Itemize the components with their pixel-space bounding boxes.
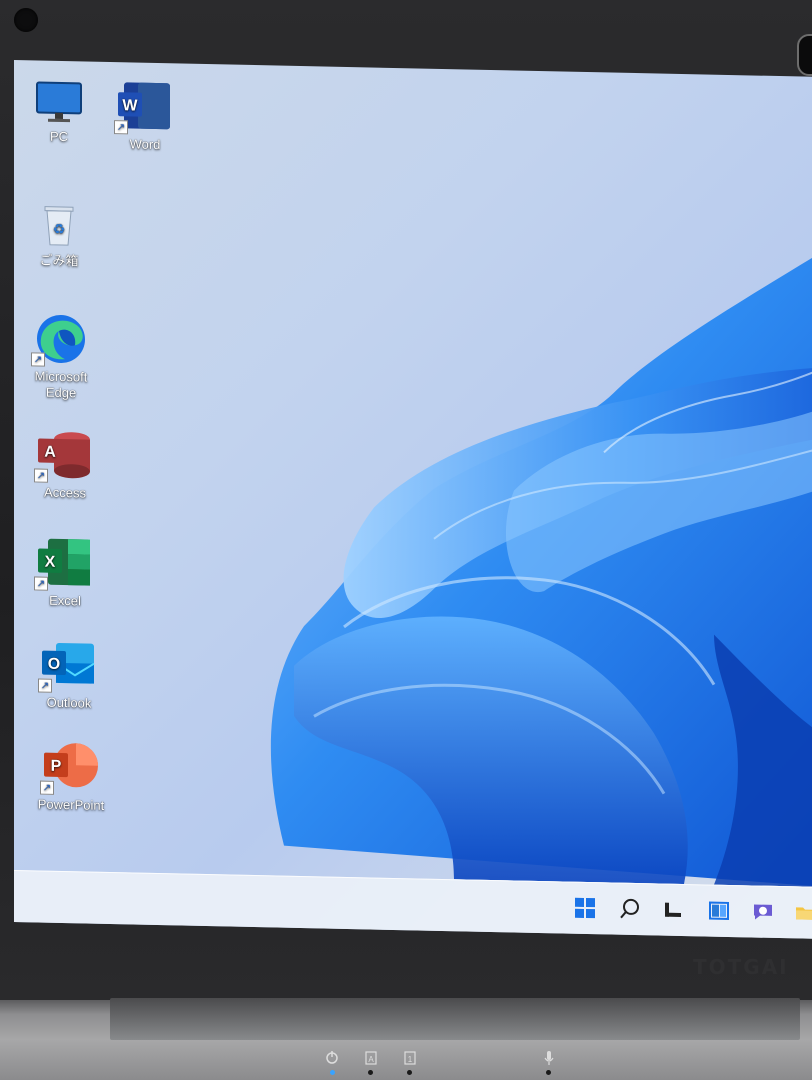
desktop-icon-label: PowerPoint — [37, 796, 105, 813]
task-view-icon[interactable] — [660, 897, 686, 924]
outlook-icon: O ↗ — [38, 639, 96, 693]
shortcut-arrow-icon: ↗ — [38, 678, 52, 693]
excel-icon: X ↗ — [34, 537, 92, 591]
edge-icon: ↗ — [31, 312, 87, 367]
power-icon — [325, 1050, 339, 1067]
brand-logo: TOTGAI — [693, 955, 789, 979]
shortcut-arrow-icon: ↗ — [40, 780, 54, 795]
shortcut-arrow-icon: ↗ — [34, 576, 48, 591]
num-lock-led — [407, 1070, 412, 1075]
powerpoint-icon: P ↗ — [40, 741, 98, 795]
camera-icon — [14, 8, 38, 32]
desktop-icon-powerpoint[interactable]: P ↗ PowerPoint — [28, 740, 114, 814]
microphone-led — [546, 1070, 551, 1075]
desktop-icon-edge[interactable]: ↗ Microsoft Edge — [18, 312, 104, 402]
num-lock-icon: 1 — [403, 1050, 417, 1069]
svg-text:A: A — [368, 1055, 374, 1064]
sensor-icon — [797, 34, 812, 76]
shortcut-arrow-icon: ↗ — [34, 468, 48, 483]
desktop-icon-label: PC — [49, 128, 69, 145]
shortcut-arrow-icon: ↗ — [114, 120, 128, 135]
power-led — [330, 1070, 335, 1075]
monitor-icon — [35, 80, 83, 125]
file-explorer-icon[interactable] — [792, 899, 812, 926]
start-icon[interactable] — [572, 895, 598, 922]
caps-lock-led — [368, 1070, 373, 1075]
svg-text:O: O — [48, 656, 60, 673]
caps-lock-icon: A — [364, 1050, 378, 1069]
desktop: PC W ↗ Word ♻ ごみ箱 ↗ Microsoft Edge A ↗ A… — [14, 60, 812, 888]
recycle-bin-icon: ♻ — [39, 201, 79, 250]
desktop-icon-access[interactable]: A ↗ Access — [22, 428, 108, 502]
svg-text:1: 1 — [408, 1055, 413, 1064]
desktop-icon-label: Word — [129, 136, 161, 153]
desktop-icon-recycle-bin[interactable]: ♻ ごみ箱 — [16, 200, 102, 270]
shortcut-arrow-icon: ↗ — [31, 352, 45, 367]
svg-text:A: A — [44, 444, 56, 461]
svg-text:♻: ♻ — [53, 221, 66, 237]
desktop-icon-label: Outlook — [46, 694, 92, 711]
svg-text:W: W — [122, 97, 138, 114]
screen: PC W ↗ Word ♻ ごみ箱 ↗ Microsoft Edge A ↗ A… — [14, 60, 812, 940]
svg-text:P: P — [51, 758, 62, 775]
chat-icon[interactable] — [750, 898, 776, 925]
widgets-icon[interactable] — [706, 897, 732, 924]
desktop-icon-label: Excel — [49, 592, 81, 609]
desktop-icon-word[interactable]: W ↗ Word — [102, 80, 188, 154]
svg-text:X: X — [45, 554, 56, 571]
desktop-icon-label: Access — [44, 484, 86, 501]
microphone-icon — [543, 1050, 555, 1069]
wallpaper-bloom — [270, 256, 812, 888]
search-icon[interactable] — [617, 896, 643, 923]
desktop-icon-excel[interactable]: X ↗ Excel — [22, 536, 108, 610]
word-icon: W ↗ — [114, 80, 172, 135]
desktop-icon-label: Microsoft Edge — [34, 368, 88, 401]
desktop-icon-label: ごみ箱 — [39, 252, 79, 269]
access-icon: A ↗ — [34, 429, 92, 483]
desktop-icon-pc[interactable]: PC — [16, 80, 102, 146]
desktop-icon-outlook[interactable]: O ↗ Outlook — [26, 638, 112, 712]
laptop-hinge — [110, 998, 800, 1040]
